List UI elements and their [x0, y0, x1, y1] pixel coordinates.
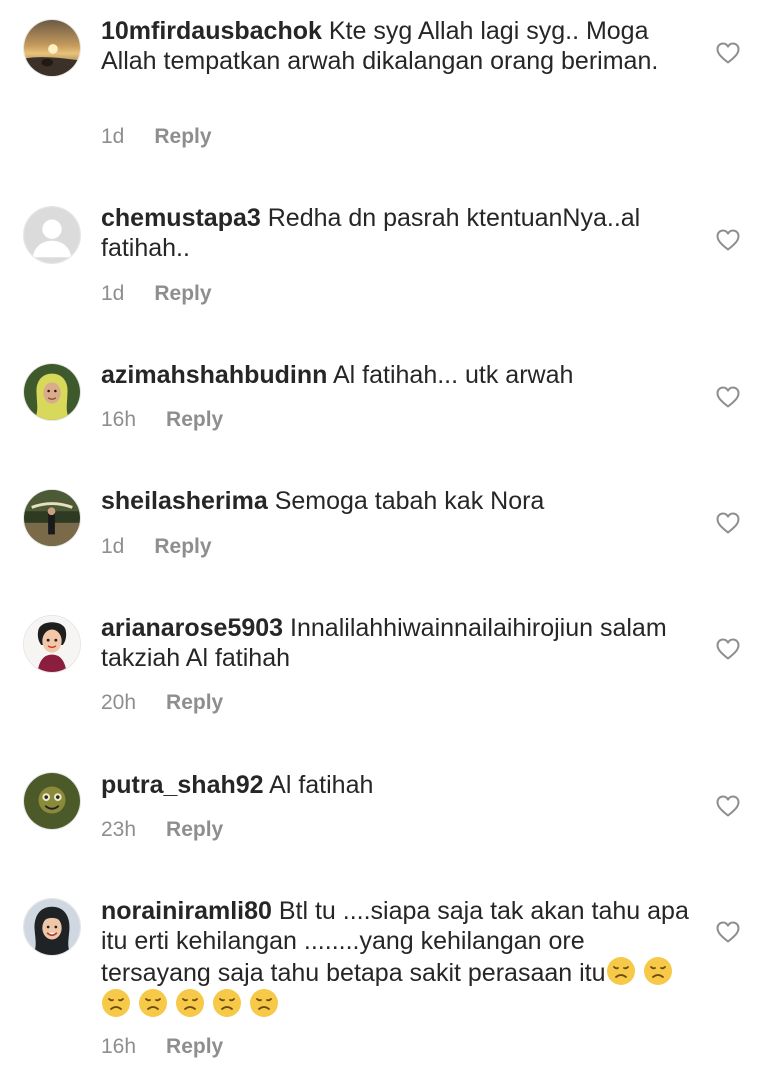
comment-username[interactable]: norainiramli80	[101, 897, 272, 925]
disappointed-face-emoji	[249, 988, 279, 1018]
comment-body: 10mfirdausbachok Kte syg Allah lagi syg.…	[101, 16, 691, 76]
reply-button[interactable]: Reply	[166, 818, 223, 842]
reply-button[interactable]: Reply	[166, 408, 223, 432]
comment-timestamp: 16h	[101, 1035, 137, 1058]
comment-username[interactable]: chemustapa3	[101, 204, 261, 232]
heart-outline-icon[interactable]	[716, 921, 740, 943]
comment-meta: 1d Reply	[101, 282, 212, 306]
reply-button[interactable]: Reply	[166, 1035, 223, 1059]
comment-timestamp: 1d	[101, 282, 125, 305]
sunset-photo-avatar-icon	[24, 20, 80, 76]
comment-username[interactable]: 10mfirdausbachok	[101, 17, 322, 45]
comment-body: norainiramli80 Btl tu ....siapa saja tak…	[101, 896, 691, 1020]
comment-meta: 1d Reply	[101, 125, 212, 149]
comment-username[interactable]: putra_shah92	[101, 771, 264, 799]
avatar-arianarose5903[interactable]	[23, 615, 81, 673]
comment-body: sheilasherima Semoga tabah kak Nora	[101, 486, 691, 516]
comment-text: Semoga tabah kak Nora	[274, 487, 545, 515]
comment-timestamp: 20h	[101, 691, 137, 714]
comment-username[interactable]: azimahshahbudinn	[101, 361, 327, 389]
heart-outline-icon[interactable]	[716, 638, 740, 660]
comment-body: arianarose5903 Innalilahhiwainnailaihiro…	[101, 613, 691, 673]
disappointed-face-emoji	[175, 988, 205, 1018]
comment-body: azimahshahbudinn Al fatihah... utk arwah	[101, 360, 691, 390]
comment-timestamp: 1d	[101, 125, 125, 148]
garden-photo-avatar-icon	[24, 490, 80, 546]
heart-outline-icon[interactable]	[716, 795, 740, 817]
comment-username[interactable]: sheilasherima	[101, 487, 268, 515]
disappointed-face-emoji	[643, 956, 673, 986]
woman-hijab-avatar-icon	[24, 364, 80, 420]
reply-button[interactable]: Reply	[166, 691, 223, 715]
woman-hijab-smiling-avatar-icon	[24, 899, 80, 955]
disappointed-face-emoji	[138, 988, 168, 1018]
comment-text: Al fatihah	[269, 771, 374, 799]
green-photo-avatar-icon	[24, 773, 80, 829]
comment-meta: 16h Reply	[101, 408, 223, 432]
comment-meta: 20h Reply	[101, 691, 223, 715]
comment-timestamp: 1d	[101, 535, 125, 558]
avatar-norainiramli80[interactable]	[23, 898, 81, 956]
reply-button[interactable]: Reply	[154, 535, 211, 559]
default-user-avatar-icon	[24, 207, 80, 263]
reply-button[interactable]: Reply	[154, 125, 211, 149]
heart-outline-icon[interactable]	[716, 386, 740, 408]
avatar-chemustapa3[interactable]	[23, 206, 81, 264]
comment-text: Al fatihah... utk arwah	[332, 361, 574, 389]
comment-body: chemustapa3 Redha dn pasrah ktentuanNya.…	[101, 203, 691, 263]
avatar-10mfirdausbachok[interactable]	[23, 19, 81, 77]
heart-outline-icon[interactable]	[716, 229, 740, 251]
comment-timestamp: 23h	[101, 818, 137, 841]
disappointed-face-emoji	[212, 988, 242, 1018]
heart-outline-icon[interactable]	[716, 42, 740, 64]
cartoon-woman-avatar-icon	[24, 616, 80, 672]
comment-meta: 16h Reply	[101, 1035, 223, 1059]
comment-body: putra_shah92 Al fatihah	[101, 770, 691, 800]
reply-button[interactable]: Reply	[154, 282, 211, 306]
comment-meta: 1d Reply	[101, 535, 212, 559]
heart-outline-icon[interactable]	[716, 512, 740, 534]
disappointed-face-emoji	[606, 956, 636, 986]
avatar-azimahshahbudinn[interactable]	[23, 363, 81, 421]
comment-username[interactable]: arianarose5903	[101, 614, 283, 642]
comment-timestamp: 16h	[101, 408, 137, 431]
avatar-putra_shah92[interactable]	[23, 772, 81, 830]
avatar-sheilasherima[interactable]	[23, 489, 81, 547]
comment-meta: 23h Reply	[101, 818, 223, 842]
disappointed-face-emoji	[101, 988, 131, 1018]
